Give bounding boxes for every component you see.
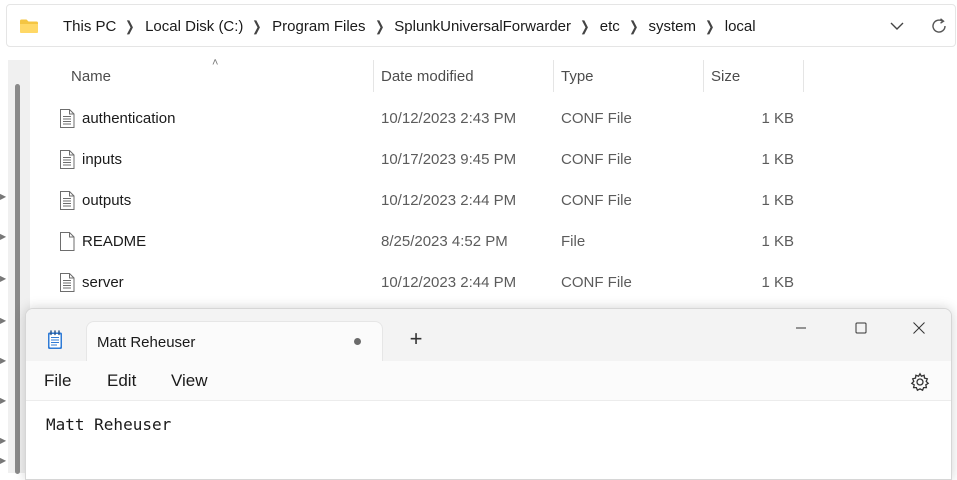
- text-file-icon: [59, 273, 75, 297]
- close-icon[interactable]: [910, 319, 928, 342]
- breadcrumb-item[interactable]: local: [725, 18, 756, 35]
- minimize-icon[interactable]: [792, 319, 810, 342]
- tab-title: Matt Reheuser: [97, 333, 196, 351]
- chevron-right-icon[interactable]: ❯: [375, 18, 384, 35]
- chevron-right-icon[interactable]: ❯: [580, 18, 589, 35]
- breadcrumb-item[interactable]: Local Disk (C:): [145, 18, 243, 35]
- expand-arrow-icon[interactable]: ▶: [0, 192, 6, 201]
- chevron-right-icon[interactable]: ❯: [126, 18, 135, 35]
- file-size: 1 KB: [761, 192, 794, 209]
- file-name: outputs: [82, 192, 132, 209]
- nav-pane-edge: ▶ ▶ ▶ ▶ ▶ ▶ ▶ ▶: [0, 60, 8, 473]
- breadcrumb-item[interactable]: etc: [600, 18, 620, 35]
- text-editor[interactable]: Matt Reheuser: [26, 401, 951, 479]
- breadcrumb-item[interactable]: Program Files: [272, 18, 365, 35]
- breadcrumb-item[interactable]: This PC: [63, 18, 116, 35]
- column-divider[interactable]: [373, 60, 374, 92]
- notepad-titlebar[interactable]: Matt Reheuser +: [26, 309, 951, 361]
- expand-arrow-icon[interactable]: ▶: [0, 232, 6, 241]
- notepad-app-icon: [46, 330, 64, 355]
- file-name: server: [82, 274, 124, 291]
- chevron-right-icon[interactable]: ❯: [253, 18, 262, 35]
- file-row[interactable]: server 10/12/2023 2:44 PM CONF File 1 KB: [40, 262, 820, 303]
- expand-arrow-icon[interactable]: ▶: [0, 274, 6, 283]
- chevron-down-icon[interactable]: [889, 18, 905, 39]
- text-file-icon: [59, 150, 75, 174]
- sort-ascending-icon: ˄: [212, 57, 219, 69]
- column-header-size[interactable]: Size: [711, 60, 740, 93]
- folder-icon: [19, 18, 39, 39]
- tab-document[interactable]: Matt Reheuser: [86, 321, 383, 361]
- file-date-modified: 10/17/2023 9:45 PM: [381, 151, 517, 168]
- breadcrumb-item[interactable]: system: [648, 18, 696, 35]
- file-date-modified: 10/12/2023 2:44 PM: [381, 192, 517, 209]
- menu-file[interactable]: File: [44, 361, 71, 401]
- file-date-modified: 10/12/2023 2:44 PM: [381, 274, 517, 291]
- file-type: CONF File: [561, 274, 632, 291]
- breadcrumb: This PC ❯ Local Disk (C:) ❯ Program File…: [63, 5, 756, 48]
- menu-edit[interactable]: Edit: [107, 361, 136, 401]
- maximize-icon[interactable]: [852, 319, 870, 342]
- menu-bar: File Edit View: [26, 361, 951, 401]
- file-row[interactable]: README 8/25/2023 4:52 PM File 1 KB: [40, 221, 820, 262]
- menu-view[interactable]: View: [171, 361, 208, 401]
- address-bar[interactable]: This PC ❯ Local Disk (C:) ❯ Program File…: [6, 4, 956, 47]
- file-type: CONF File: [561, 192, 632, 209]
- breadcrumb-item[interactable]: SplunkUniversalForwarder: [394, 18, 571, 35]
- column-header-type[interactable]: Type: [561, 60, 594, 93]
- file-date-modified: 8/25/2023 4:52 PM: [381, 233, 508, 250]
- expand-arrow-icon[interactable]: ▶: [0, 316, 6, 325]
- refresh-icon[interactable]: [930, 17, 948, 40]
- blank-file-icon: [59, 232, 75, 256]
- text-file-icon: [59, 109, 75, 133]
- column-divider[interactable]: [703, 60, 704, 92]
- file-size: 1 KB: [761, 110, 794, 127]
- file-size: 1 KB: [761, 274, 794, 291]
- file-row[interactable]: outputs 10/12/2023 2:44 PM CONF File 1 K…: [40, 180, 820, 221]
- column-header-date-modified[interactable]: Date modified: [381, 60, 474, 93]
- file-type: CONF File: [561, 151, 632, 168]
- column-divider[interactable]: [553, 60, 554, 92]
- expand-arrow-icon[interactable]: ▶: [0, 356, 6, 365]
- column-divider[interactable]: [803, 60, 804, 92]
- new-tab-button[interactable]: +: [406, 328, 426, 350]
- column-header-name[interactable]: Name: [71, 60, 111, 93]
- chevron-right-icon[interactable]: ❯: [705, 18, 714, 35]
- file-name: README: [82, 233, 147, 250]
- unsaved-indicator-icon[interactable]: [354, 338, 361, 345]
- editor-content: Matt Reheuser: [46, 415, 172, 434]
- file-size: 1 KB: [761, 233, 794, 250]
- notepad-window: Matt Reheuser + File Edit View Matt Rehe…: [25, 308, 952, 480]
- text-file-icon: [59, 191, 75, 215]
- settings-gear-icon[interactable]: [910, 372, 930, 397]
- expand-arrow-icon[interactable]: ▶: [0, 456, 6, 465]
- file-row[interactable]: inputs 10/17/2023 9:45 PM CONF File 1 KB: [40, 139, 820, 180]
- file-name: inputs: [82, 151, 123, 168]
- expand-arrow-icon[interactable]: ▶: [0, 396, 6, 405]
- file-date-modified: 10/12/2023 2:43 PM: [381, 110, 517, 127]
- file-type: File: [561, 233, 586, 250]
- scrollbar[interactable]: [15, 84, 20, 474]
- chevron-right-icon[interactable]: ❯: [629, 18, 638, 35]
- file-row[interactable]: authentication 10/12/2023 2:43 PM CONF F…: [40, 98, 820, 139]
- file-type: CONF File: [561, 110, 632, 127]
- expand-arrow-icon[interactable]: ▶: [0, 436, 6, 445]
- file-size: 1 KB: [761, 151, 794, 168]
- file-name: authentication: [82, 110, 176, 127]
